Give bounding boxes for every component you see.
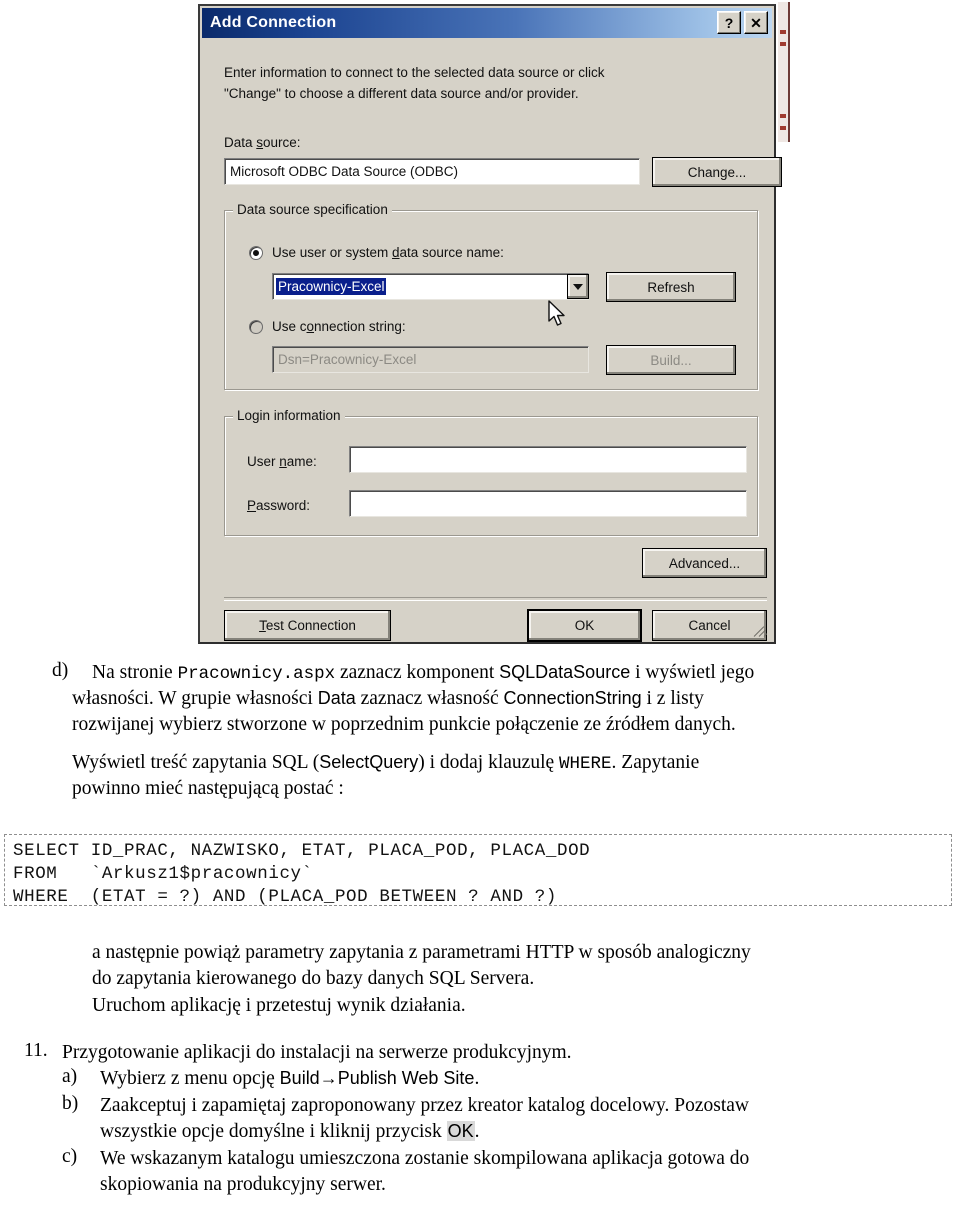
radio-dot-icon — [253, 250, 259, 256]
paragraph-d-line-3: rozwijanej wybierz stworzone w poprzedni… — [72, 714, 736, 735]
advanced-button-label: Advanced... — [668, 555, 741, 571]
paragraph-d-line-2: własności. W grupie własności Data zazna… — [72, 686, 704, 711]
data-source-specification-title: Data source specification — [233, 202, 392, 217]
mouse-cursor-icon — [548, 300, 565, 326]
ui-term-run: ConnectionString — [503, 688, 642, 708]
paragraph-after-sql-line-1: a następnie powiąż parametry zapytania z… — [92, 942, 751, 963]
text-run: Na stronie — [92, 662, 178, 683]
sql-line-1: SELECT ID_PRAC, NAZWISKO, ETAT, PLACA_PO… — [13, 841, 591, 861]
chevron-down-glyph — [573, 283, 583, 290]
artifact-mark — [780, 114, 786, 118]
dsn-combobox-value: Pracownicy-Excel — [276, 278, 386, 295]
change-button-label: Change... — [687, 164, 747, 180]
paragraph-11: Przygotowanie aplikacji do instalacji na… — [62, 1042, 572, 1063]
build-button: Build... — [606, 345, 736, 375]
radio-use-connection-string[interactable] — [249, 320, 263, 334]
test-connection-button[interactable]: Test Connection — [224, 610, 391, 641]
ok-button[interactable]: OK — [527, 609, 642, 642]
refresh-button-label: Refresh — [647, 279, 695, 295]
build-button-label: Build... — [650, 352, 692, 368]
footer-divider — [224, 597, 767, 601]
dsn-combobox[interactable]: Pracownicy-Excel — [272, 273, 589, 300]
ui-term-run: SelectQuery — [319, 752, 419, 772]
data-source-label: Data source: — [224, 135, 301, 150]
radio-use-dsn[interactable] — [249, 246, 263, 260]
paragraph-d-line-5: powinno mieć następującą postać : — [72, 778, 344, 799]
ok-button-label: OK — [574, 618, 595, 633]
code-run: Pracownicy.aspx — [177, 664, 336, 684]
text-run: wszystkie opcje domyślne i kliknij przyc… — [100, 1121, 447, 1142]
ui-term-run: SQLDataSource — [499, 662, 631, 682]
ui-term-run: Data — [317, 688, 356, 708]
password-label: Password: — [247, 498, 311, 513]
list-marker-b: b) — [62, 1093, 79, 1114]
dialog-titlebar[interactable]: Add Connection ? ✕ — [202, 8, 772, 38]
paragraph-a: Wybierz z menu opcję Build→Publish Web S… — [100, 1066, 479, 1091]
resize-grip-icon[interactable] — [753, 623, 768, 637]
instructions-line-1: Enter information to connect to the sele… — [224, 65, 605, 80]
login-information-group: Login information — [224, 408, 758, 536]
cancel-button[interactable]: Cancel — [652, 610, 767, 641]
change-button[interactable]: Change... — [652, 157, 782, 187]
paragraph-d-line-4: Wyświetl treść zapytania SQL (SelectQuer… — [72, 750, 699, 777]
text-run: i wyświetl jego — [630, 662, 755, 683]
paragraph-c-line-1: We wskazanym katalogu umieszczona zostan… — [100, 1148, 750, 1169]
login-information-title: Login information — [233, 408, 345, 423]
text-run: Wyświetl treść zapytania SQL ( — [72, 752, 320, 773]
chevron-down-icon[interactable] — [567, 274, 589, 299]
screenshot-edge-artifact — [778, 2, 790, 142]
ui-term-run: Build→Publish Web Site — [279, 1068, 475, 1088]
dialog-title: Add Connection — [210, 14, 337, 31]
refresh-button[interactable]: Refresh — [606, 272, 736, 302]
text-run: zaznacz własność — [355, 688, 504, 709]
artifact-mark — [780, 42, 786, 46]
paragraph-b-line-1: Zaakceptuj i zapamiętaj zaproponowany pr… — [100, 1095, 750, 1116]
titlebar-buttons: ? ✕ — [717, 11, 768, 34]
sql-code-block: SELECT ID_PRAC, NAZWISKO, ETAT, PLACA_PO… — [4, 834, 952, 907]
close-icon[interactable]: ✕ — [744, 11, 768, 34]
text-run: własności. W grupie własności — [72, 688, 318, 709]
artifact-mark — [780, 30, 786, 34]
data-source-field[interactable]: Microsoft ODBC Data Source (ODBC) — [224, 158, 640, 185]
help-icon[interactable]: ? — [717, 11, 741, 34]
paragraph-after-sql-line-2: do zapytania kierowanego do bazy danych … — [92, 968, 535, 989]
paragraph-c-line-2: skopiowania na produkcyjny serwer. — [100, 1174, 386, 1195]
dialog-instructions: Enter information to connect to the sele… — [224, 62, 724, 104]
text-run: . — [474, 1121, 480, 1142]
text-run: Wybierz z menu opcję — [100, 1068, 280, 1089]
code-run: WHERE — [559, 754, 612, 774]
radio-use-dsn-label: Use user or system data source name: — [272, 245, 504, 260]
sql-line-2: FROM `Arkusz1$pracownicy` — [13, 864, 313, 884]
text-run: i z listy — [641, 688, 704, 709]
add-connection-dialog-screenshot: Add Connection ? ✕ Enter information to … — [198, 2, 790, 650]
text-run: zaznacz komponent — [335, 662, 500, 683]
connection-string-field: Dsn=Pracownicy-Excel — [272, 346, 589, 373]
paragraph-b-line-2: wszystkie opcje domyślne i kliknij przyc… — [100, 1119, 480, 1144]
paragraph-d-line-1: Na stronie Pracownicy.aspx zaznacz kompo… — [92, 660, 754, 687]
text-run: ) i dodaj klauzulę — [418, 752, 560, 773]
list-marker-11: 11. — [24, 1040, 48, 1061]
paragraph-after-sql-line-3: Uruchom aplikację i przetestuj wynik dzi… — [92, 995, 466, 1016]
password-input[interactable] — [349, 490, 747, 517]
username-input[interactable] — [349, 446, 747, 473]
list-marker-a: a) — [62, 1066, 78, 1087]
instructions-line-2: "Change" to choose a different data sour… — [224, 86, 579, 101]
cancel-button-label: Cancel — [688, 618, 731, 633]
add-connection-window: Add Connection ? ✕ Enter information to … — [198, 4, 782, 644]
list-marker-d: d) — [52, 660, 69, 681]
text-run: . — [474, 1068, 480, 1089]
sql-line-3: WHERE (ETAT = ?) AND (PLACA_POD BETWEEN … — [13, 887, 557, 907]
username-label: User name: — [247, 454, 317, 469]
radio-use-connection-string-label: Use connection string: — [272, 319, 406, 334]
dialog-body: Enter information to connect to the sele… — [202, 38, 782, 642]
test-connection-label: Test Connection — [259, 618, 356, 633]
text-run: . Zapytanie — [611, 752, 700, 773]
artifact-mark — [780, 126, 786, 130]
ui-term-run: OK — [446, 1121, 475, 1141]
list-marker-c: c) — [62, 1146, 78, 1167]
advanced-button[interactable]: Advanced... — [642, 548, 767, 578]
